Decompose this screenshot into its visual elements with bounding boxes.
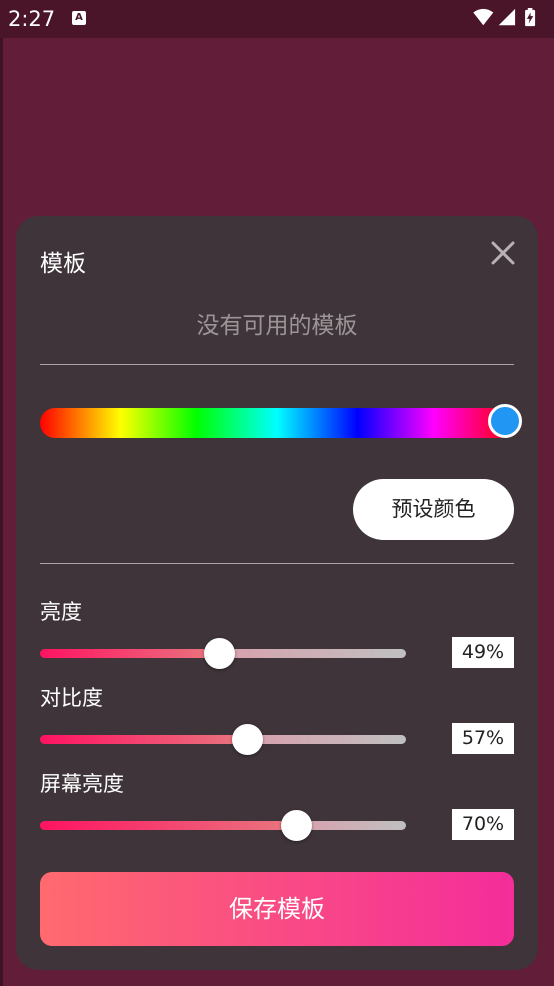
brightness-slider-rest: [220, 649, 406, 658]
template-dialog: 模板 没有可用的模板 预设颜色 亮度 49% 对比度 57% 屏幕亮度 70% …: [16, 216, 538, 970]
contrast-slider-fill: [40, 735, 248, 744]
status-bar: 2:27 A: [0, 0, 554, 38]
preset-colors-button[interactable]: 预设颜色: [353, 479, 514, 540]
hue-slider[interactable]: [40, 404, 522, 438]
app-notification-icon: A: [72, 11, 86, 25]
status-time: 2:27: [8, 7, 56, 31]
contrast-slider-thumb[interactable]: [232, 724, 263, 755]
brightness-slider-thumb[interactable]: [204, 638, 235, 669]
divider: [40, 563, 514, 564]
contrast-label: 对比度: [40, 686, 103, 710]
background-edge: [0, 38, 3, 986]
screen-brightness-slider-fill: [40, 821, 297, 830]
screen-brightness-slider[interactable]: [40, 810, 406, 841]
screen-brightness-slider-rest: [297, 821, 406, 830]
contrast-value: 57%: [452, 723, 514, 754]
brightness-value: 49%: [452, 637, 514, 668]
empty-templates-message: 没有可用的模板: [196, 313, 358, 339]
status-icons: [473, 8, 536, 27]
contrast-slider[interactable]: [40, 724, 406, 755]
wifi-icon: [473, 8, 494, 26]
save-template-button[interactable]: 保存模板: [40, 872, 514, 946]
battery-charging-icon: [525, 8, 536, 27]
contrast-slider-rest: [248, 735, 406, 744]
screen-brightness-slider-thumb[interactable]: [281, 810, 312, 841]
close-icon[interactable]: [486, 236, 520, 270]
screen-brightness-value: 70%: [452, 809, 514, 840]
divider: [40, 364, 514, 365]
brightness-slider-fill: [40, 649, 220, 658]
dialog-title: 模板: [40, 251, 86, 277]
brightness-slider[interactable]: [40, 638, 406, 669]
signal-icon: [498, 8, 516, 26]
brightness-label: 亮度: [40, 600, 82, 624]
hue-slider-thumb[interactable]: [488, 404, 522, 438]
screen-brightness-label: 屏幕亮度: [40, 772, 124, 796]
